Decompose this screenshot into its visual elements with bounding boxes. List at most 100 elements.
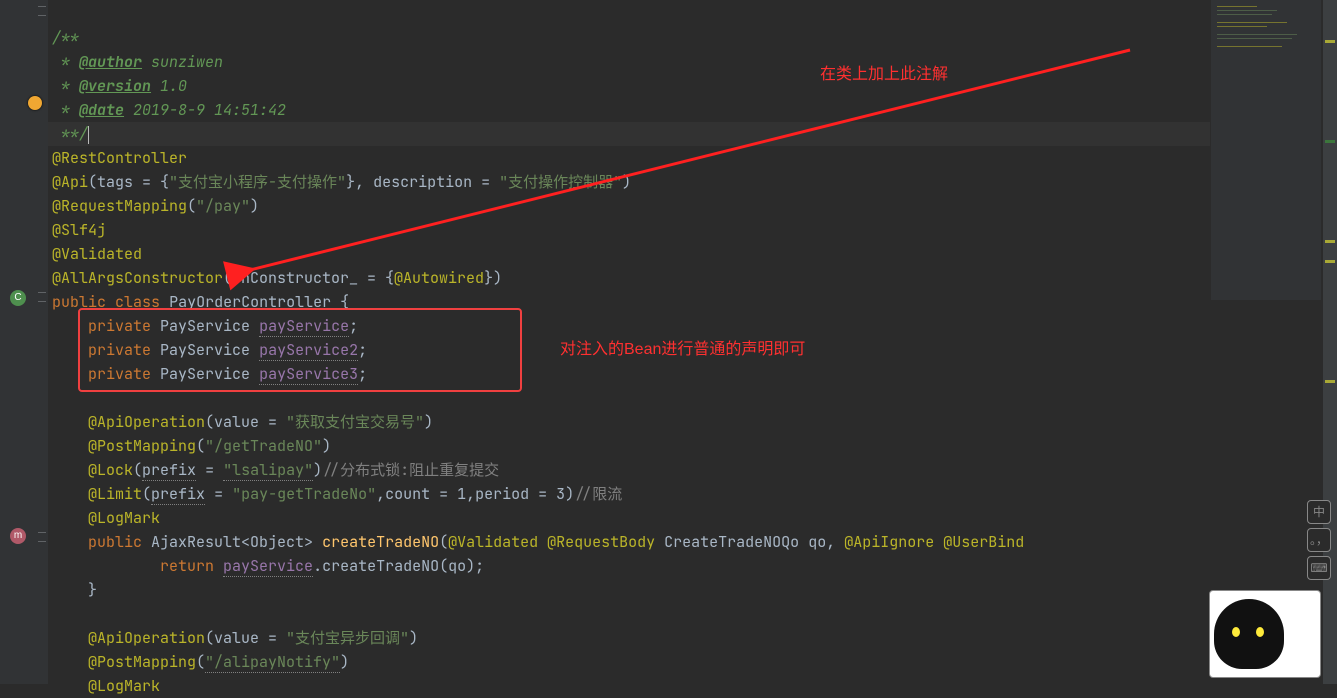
comma: ,: [376, 484, 385, 504]
ime-lang-button[interactable]: 中: [1307, 500, 1331, 524]
intention-bulb-icon[interactable]: [28, 96, 42, 110]
minimap[interactable]: [1211, 0, 1321, 300]
code-editor[interactable]: C m /** * @author sunziwen * @version 1.…: [0, 0, 1210, 684]
desktop-pet-widget[interactable]: [1209, 590, 1321, 678]
annotation: @Autowired: [394, 268, 484, 288]
paren: (: [439, 532, 448, 552]
paren: (value =: [205, 412, 286, 432]
comma: ,: [826, 532, 844, 552]
paren: ): [565, 484, 574, 504]
doc-close: **/: [61, 124, 88, 144]
paren: (: [88, 172, 97, 192]
string: "/getTradeNO": [205, 436, 322, 456]
annotation: @LogMark: [88, 508, 160, 528]
param-label: prefix: [142, 460, 196, 481]
param: qo: [808, 532, 826, 552]
keyword: public: [88, 532, 142, 552]
method-call: createTradeNO: [322, 556, 439, 576]
annotation: @PostMapping: [88, 436, 196, 456]
annotation: @UserBind: [943, 532, 1024, 552]
string: "/pay": [196, 196, 250, 216]
annotation: @LogMark: [88, 676, 160, 696]
paren: ): [250, 196, 259, 216]
paren: (: [133, 460, 142, 480]
cat-body: [1214, 599, 1284, 669]
brace: }: [88, 580, 97, 600]
doc-tag: @date: [79, 100, 124, 120]
scroll-marker-warn[interactable]: [1325, 260, 1335, 263]
paren: ): [424, 412, 433, 432]
eq: =: [196, 460, 223, 480]
paren: ): [409, 628, 418, 648]
scroll-marker-ok[interactable]: [1325, 140, 1335, 143]
paren: );: [466, 556, 484, 576]
string: "支付宝小程序-支付操作": [169, 172, 346, 192]
scroll-marker-warn[interactable]: [1325, 240, 1335, 243]
string: "获取支付宝交易号": [286, 412, 424, 432]
param-label: count =: [385, 484, 457, 504]
annotation: @AllArgsConstructor: [52, 268, 223, 288]
annotation: @RequestMapping: [52, 196, 187, 216]
paren: ): [322, 436, 331, 456]
ime-punct-button[interactable]: 。，: [1307, 528, 1331, 552]
keyword: return: [160, 556, 214, 576]
annotation: @RequestBody: [547, 532, 655, 552]
paren: (: [196, 436, 205, 456]
doc-tag: @version: [79, 76, 151, 96]
annotation: @Limit: [88, 484, 142, 504]
ime-shape-button[interactable]: ⌨: [1307, 556, 1331, 580]
arg: qo: [448, 556, 466, 576]
param-label: onConstructor_ = {: [232, 268, 394, 288]
doc-text: 1.0: [151, 76, 187, 96]
type: CreateTradeNOQo: [664, 532, 799, 552]
annotation: @Validated: [448, 532, 538, 552]
caret: [88, 126, 89, 144]
method-name: createTradeNO: [322, 532, 439, 552]
class-gutter-icon[interactable]: C: [10, 290, 26, 306]
doc-comment: [52, 124, 61, 144]
paren: ): [340, 652, 349, 672]
method-gutter-icon[interactable]: m: [10, 528, 26, 544]
type: AjaxResult<Object>: [151, 532, 313, 552]
string: "支付宝异步回调": [286, 628, 409, 648]
paren: ): [622, 172, 631, 192]
fold-handle-icon[interactable]: [38, 532, 46, 542]
param-label: prefix: [151, 484, 205, 505]
doc-comment: *: [52, 76, 79, 96]
annotation: @ApiOperation: [88, 412, 205, 432]
line-comment: //限流: [574, 484, 622, 504]
annotation-note-top: 在类上加上此注解: [820, 60, 948, 84]
annotation: @Lock: [88, 460, 133, 480]
line-comment: //分布式锁:阻止重复提交: [322, 460, 499, 480]
annotation: @ApiOperation: [88, 628, 205, 648]
param-label: }, description =: [346, 172, 499, 192]
gutter[interactable]: C m: [0, 0, 48, 684]
annotation: @Validated: [52, 244, 142, 264]
scroll-marker-warn[interactable]: [1325, 40, 1335, 43]
scroll-marker-warn[interactable]: [1325, 380, 1335, 383]
annotation: @ApiIgnore: [844, 532, 934, 552]
doc-tag: @author: [79, 52, 142, 72]
fold-handle-icon[interactable]: [38, 292, 46, 302]
fold-handle-icon[interactable]: [38, 6, 46, 16]
doc-comment: /**: [52, 28, 79, 48]
eq: =: [205, 484, 232, 504]
annotation-highlight-box: [78, 308, 522, 392]
string: "/alipayNotify": [205, 652, 340, 673]
annotation: @Slf4j: [52, 220, 106, 240]
param-label: period =: [475, 484, 556, 504]
paren: (: [439, 556, 448, 576]
number: 1: [457, 484, 466, 504]
field-ref: payService: [223, 556, 313, 577]
cat-eye-icon: [1232, 627, 1240, 637]
ime-panel[interactable]: 中 。， ⌨: [1307, 500, 1333, 584]
comma: ,: [466, 484, 475, 504]
doc-text: sunziwen: [142, 52, 223, 72]
paren: ): [313, 460, 322, 480]
doc-comment: *: [52, 52, 79, 72]
dot: .: [313, 556, 322, 576]
doc-text: 2019-8-9 14:51:42: [124, 100, 286, 120]
paren: (: [223, 268, 232, 288]
annotation: @Api: [52, 172, 88, 192]
string: "lsalipay": [223, 460, 313, 481]
